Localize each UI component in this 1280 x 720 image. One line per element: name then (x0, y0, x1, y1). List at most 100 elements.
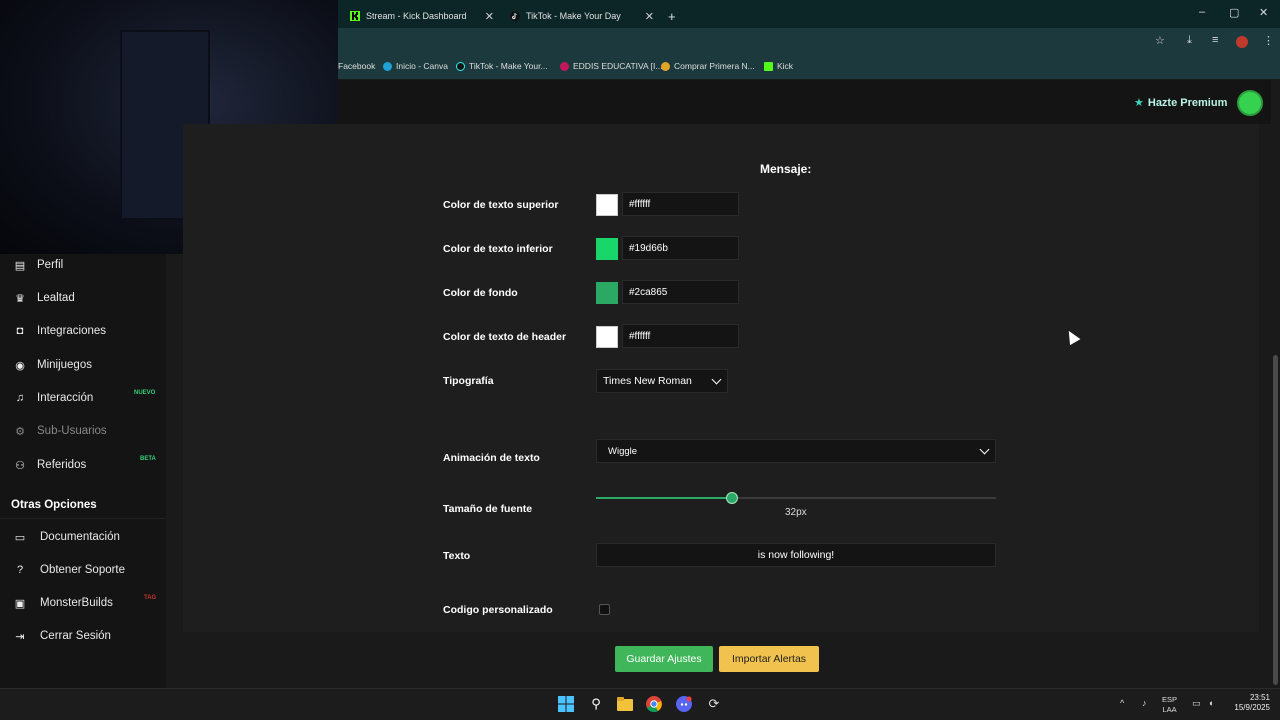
field-label: Tamaño de fuente (443, 503, 533, 515)
sidebar-item-soporte[interactable]: ? Obtener Soporte (0, 556, 166, 584)
clock-date: 15/9/2025 (1234, 703, 1270, 712)
tiktok-icon (510, 11, 520, 21)
animation-select-value: Wiggle (608, 445, 638, 457)
sidebar-item-sub-usuarios[interactable]: ⚙ Sub-Usuarios (0, 417, 166, 445)
windows-start-icon[interactable] (558, 696, 574, 712)
sidebar-gap (166, 254, 183, 634)
plus-icon: + (668, 8, 676, 24)
font-select[interactable]: Times New Roman (596, 369, 728, 393)
sidebar-item-interaccion[interactable]: ♫ Interacción (0, 384, 166, 412)
color-input-header-text[interactable]: #ffffff (622, 324, 739, 348)
color-swatch-top-text[interactable] (596, 194, 618, 216)
sidebar-item-perfil[interactable]: ▤ Perfil (0, 251, 166, 279)
bookmark-label: Kick (777, 61, 794, 71)
bookmark-label: EDDIS EDUCATIVA [I... (573, 61, 663, 71)
sidebar-item-label: Minijuegos (37, 359, 92, 371)
shop-icon (661, 61, 670, 71)
font-size-slider-fill (596, 497, 732, 499)
chevron-up-icon[interactable]: ^ (1120, 698, 1124, 708)
section-title: Mensaje: (760, 162, 812, 176)
sidebar-item-monsterbuilds[interactable]: ▣ MonsterBuilds (0, 589, 166, 617)
bookmark-canva[interactable]: Inicio - Canva (383, 61, 448, 71)
chrome-icon[interactable] (646, 696, 662, 712)
new-tab-button[interactable]: + (660, 4, 682, 28)
sidebar-item-label: Perfil (37, 259, 64, 271)
plug-icon: ◘ (16, 325, 24, 337)
bookmark-star-icon[interactable]: ☆ (1155, 34, 1165, 47)
save-button[interactable]: Guardar Ajustes (615, 646, 713, 672)
eddis-icon (560, 61, 569, 71)
color-input-background[interactable]: #2ca865 (622, 280, 739, 304)
logout-icon: ⇥ (15, 630, 25, 643)
field-label: Color de fondo (443, 287, 518, 299)
network-icon[interactable]: ▭ (1192, 698, 1201, 708)
tab-tiktok[interactable]: TikTok - Make Your Day ✕ (502, 4, 660, 28)
color-swatch-background[interactable] (596, 282, 618, 304)
sidebar-item-label: Sub-Usuarios (37, 425, 107, 437)
sidebar-item-minijuegos[interactable]: ◉ Minijuegos (0, 351, 166, 379)
tab-label: Stream - Kick Dashboard (366, 11, 467, 21)
microphone-icon[interactable]: ♪ (1142, 698, 1147, 708)
close-window-button[interactable]: ✕ (1259, 6, 1268, 19)
bookmark-label: Inicio - Canva (396, 61, 448, 71)
close-icon[interactable]: ✕ (645, 10, 654, 23)
language-indicator[interactable]: ESP LAA (1162, 695, 1177, 715)
sidebar-item-cerrar-sesion[interactable]: ⇥ Cerrar Sesión (0, 622, 166, 650)
media-icon[interactable]: ≡ (1212, 34, 1218, 46)
bookmark-tiktok[interactable]: TikTok - Make Your... (456, 61, 548, 71)
sidebar-item-label: Obtener Soporte (40, 564, 126, 576)
trophy-icon: ♛ (15, 292, 25, 305)
color-input-bottom-text[interactable]: #19d66b (622, 236, 739, 260)
tiktok-icon (456, 61, 465, 71)
alert-text-input[interactable]: is now following! (596, 543, 996, 567)
book-icon: ▭ (14, 531, 26, 544)
app-icon[interactable]: ⟳ (706, 696, 722, 712)
language-code: ESP (1162, 695, 1178, 704)
new-badge: NUEVO (134, 390, 156, 396)
music-icon: ♫ (15, 392, 25, 404)
bookmark-shop[interactable]: Comprar Primera N... (661, 61, 755, 71)
font-size-slider-thumb[interactable] (726, 492, 738, 504)
bookmark-label: TikTok - Make Your... (469, 61, 548, 71)
field-label: Texto (443, 550, 471, 562)
bookmark-eddis[interactable]: EDDIS EDUCATIVA [I... (560, 61, 662, 71)
star-icon: ★ (1134, 97, 1144, 109)
import-alerts-button[interactable]: Importar Alertas (719, 646, 819, 672)
tab-kick-dashboard[interactable]: Stream - Kick Dashboard ✕ (342, 4, 500, 28)
scrollbar-thumb[interactable] (1273, 355, 1278, 685)
laptop-icon: ▣ (14, 597, 26, 610)
bookmark-kick[interactable]: Kick (764, 61, 793, 71)
color-swatch-bottom-text[interactable] (596, 238, 618, 260)
gear-icon: ⚙ (15, 425, 25, 438)
search-icon[interactable]: ⚲ (588, 696, 604, 712)
minimize-button[interactable]: – (1199, 6, 1205, 18)
premium-label: Hazte Premium (1147, 96, 1228, 109)
system-clock[interactable]: 23:51 15/9/2025 (1226, 693, 1270, 713)
other-options-title: Otras Opciones (0, 491, 166, 519)
color-input-top-text[interactable]: #ffffff (622, 192, 739, 216)
chevron-down-icon (979, 444, 990, 455)
file-explorer-icon[interactable] (617, 696, 633, 712)
animation-select[interactable]: Wiggle (596, 439, 996, 463)
kebab-menu-icon[interactable]: ⋮ (1263, 34, 1274, 47)
volume-icon[interactable]: ◖ (1208, 698, 1213, 708)
close-icon[interactable]: ✕ (485, 10, 494, 23)
gamepad-icon: ◉ (15, 359, 25, 372)
sidebar-item-label: Interacción (37, 392, 94, 404)
sidebar-item-documentacion[interactable]: ▭ Documentación (0, 523, 166, 551)
download-icon[interactable]: ⤓ (1187, 34, 1192, 47)
kick-icon (764, 61, 773, 71)
sidebar-item-lealtad[interactable]: ♛ Lealtad (0, 284, 166, 312)
color-swatch-header-text[interactable] (596, 326, 618, 348)
field-label: Codigo personalizado (443, 604, 553, 616)
maximize-button[interactable]: ▢ (1229, 6, 1239, 19)
profile-avatar-icon[interactable] (1236, 36, 1248, 48)
sidebar-item-integraciones[interactable]: ◘ Integraciones (0, 317, 166, 345)
custom-code-checkbox[interactable] (599, 604, 610, 615)
tag-badge: TAG (144, 595, 157, 601)
premium-button[interactable]: ★ Hazte Premium (1134, 96, 1228, 110)
avatar[interactable] (1237, 90, 1263, 116)
bookmark-facebook[interactable]: Facebook (338, 61, 375, 71)
discord-icon[interactable] (676, 696, 692, 712)
sidebar-item-label: Lealtad (37, 292, 75, 304)
